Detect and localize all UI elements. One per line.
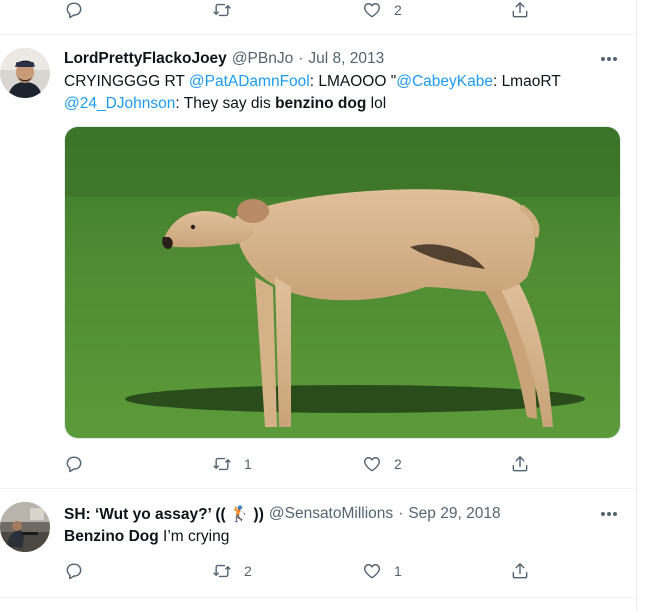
tweet-divider <box>0 34 637 35</box>
mention-link[interactable]: @CabeyKabe <box>396 73 493 90</box>
reply-icon <box>66 2 82 19</box>
handle[interactable]: @PBnJo <box>232 50 293 68</box>
like-icon <box>364 3 380 18</box>
like-count: 2 <box>394 2 402 18</box>
tweet-feed: 2 LordPrettyFlackoJoey @PBnJo · Jul 8, 2… <box>0 0 637 612</box>
bold-text: Benzino Dog <box>64 528 159 545</box>
previous-tweet-actions: 2 <box>64 0 534 22</box>
retweet-icon <box>213 3 231 17</box>
tweet-divider <box>0 488 637 489</box>
more-icon <box>600 512 605 516</box>
separator: · <box>398 505 404 522</box>
retweet-count: 1 <box>244 456 252 472</box>
timestamp[interactable]: Jul 8, 2013 <box>308 50 384 68</box>
share-icon <box>512 563 528 579</box>
handle[interactable]: @SensatoMillions <box>269 505 393 523</box>
like-count: 2 <box>394 456 402 472</box>
retweet-button[interactable]: 1 <box>212 452 252 476</box>
more-button[interactable] <box>599 50 619 68</box>
scrollbar[interactable] <box>638 0 652 612</box>
tweet-header: LordPrettyFlackoJoey @PBnJo · Jul 8, 201… <box>64 48 623 70</box>
reply-icon <box>66 456 82 473</box>
share-icon <box>512 456 528 472</box>
retweet-count: 2 <box>244 563 252 579</box>
display-name[interactable]: SH: ‘Wut yo assay?’ (( 🏌 )) <box>64 505 264 524</box>
retweet-button[interactable]: 2 <box>212 559 252 583</box>
retweet-icon <box>213 564 231 578</box>
like-icon <box>364 457 380 472</box>
tweet-text: CRYINGGGG RT @PatADamnFool: LMAOOO "@Cab… <box>64 73 561 112</box>
tweet-actions: 2 1 <box>64 559 534 583</box>
reply-button[interactable] <box>64 559 84 583</box>
timestamp[interactable]: Sep 29, 2018 <box>408 505 500 523</box>
share-button[interactable] <box>510 559 530 583</box>
like-count: 1 <box>394 563 402 579</box>
tweet-header: SH: ‘Wut yo assay?’ (( 🏌 )) @SensatoMill… <box>64 503 623 525</box>
tweet-divider <box>0 597 637 598</box>
share-button[interactable] <box>510 0 530 22</box>
tweet-photo[interactable] <box>64 126 621 439</box>
like-button[interactable]: 1 <box>362 559 402 583</box>
tweet-text: Benzino Dog I’m crying <box>64 528 230 545</box>
tweet-actions: 1 2 <box>64 452 534 476</box>
more-button[interactable] <box>599 505 619 523</box>
separator: · <box>298 50 304 67</box>
like-button[interactable]: 2 <box>362 0 402 22</box>
bold-text: benzino dog <box>275 95 367 112</box>
avatar[interactable] <box>0 48 50 98</box>
display-name[interactable]: LordPrettyFlackoJoey <box>64 50 227 68</box>
retweet-button[interactable] <box>212 0 232 22</box>
share-icon <box>512 2 528 18</box>
mention-link[interactable]: @24_DJohnson <box>64 95 175 112</box>
share-button[interactable] <box>510 452 530 476</box>
mention-link[interactable]: @PatADamnFool <box>189 73 310 90</box>
reply-icon <box>66 563 82 580</box>
reply-button[interactable] <box>64 452 84 476</box>
reply-button[interactable] <box>64 0 84 22</box>
avatar[interactable] <box>0 502 50 552</box>
more-icon <box>600 57 605 61</box>
like-button[interactable]: 2 <box>362 452 402 476</box>
like-icon <box>364 564 380 579</box>
retweet-icon <box>213 457 231 471</box>
